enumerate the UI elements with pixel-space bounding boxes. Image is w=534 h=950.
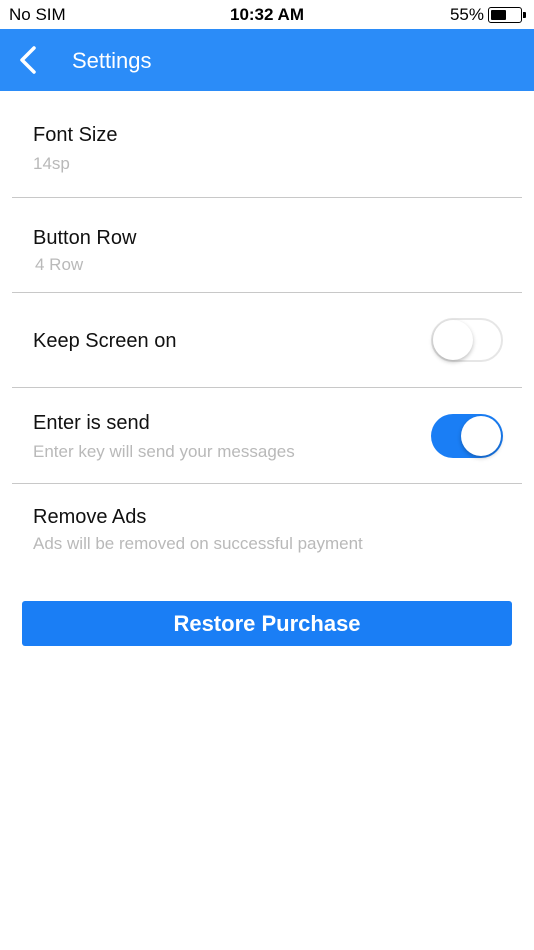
chevron-left-icon bbox=[20, 46, 36, 74]
setting-value: 14sp bbox=[33, 154, 70, 173]
setting-enter-is-send[interactable]: Enter is send Enter key will send your m… bbox=[12, 388, 522, 484]
settings-list: Font Size 14sp Button Row 4 Row Keep Scr… bbox=[0, 91, 534, 564]
battery-fill bbox=[491, 10, 506, 20]
back-button[interactable] bbox=[12, 42, 48, 78]
keep-screen-on-toggle[interactable] bbox=[431, 318, 503, 362]
restore-purchase-button[interactable]: Restore Purchase bbox=[22, 601, 512, 646]
setting-remove-ads[interactable]: Remove Ads Ads will be removed on succes… bbox=[12, 484, 522, 564]
toggle-knob bbox=[461, 416, 501, 456]
setting-label: Enter is send bbox=[33, 412, 150, 434]
battery-percent: 55% bbox=[449, 5, 484, 24]
toggle-knob bbox=[433, 320, 473, 360]
setting-label: Font Size bbox=[33, 124, 118, 146]
app-bar: Settings bbox=[0, 29, 534, 91]
setting-label: Button Row bbox=[33, 227, 137, 249]
setting-label: Remove Ads bbox=[33, 506, 147, 528]
setting-button-row[interactable]: Button Row 4 Row bbox=[12, 198, 522, 293]
setting-label: Keep Screen on bbox=[33, 330, 177, 352]
setting-description: Enter key will send your messages bbox=[33, 442, 295, 461]
battery-icon bbox=[488, 7, 526, 23]
page-title: Settings bbox=[72, 48, 152, 73]
setting-keep-screen-on[interactable]: Keep Screen on bbox=[12, 293, 522, 388]
setting-description: Ads will be removed on successful paymen… bbox=[33, 534, 363, 553]
setting-value: 4 Row bbox=[35, 255, 84, 274]
enter-is-send-toggle[interactable] bbox=[431, 414, 503, 458]
setting-font-size[interactable]: Font Size 14sp bbox=[12, 91, 522, 198]
status-bar: No SIM 10:32 AM 55% bbox=[0, 0, 534, 29]
